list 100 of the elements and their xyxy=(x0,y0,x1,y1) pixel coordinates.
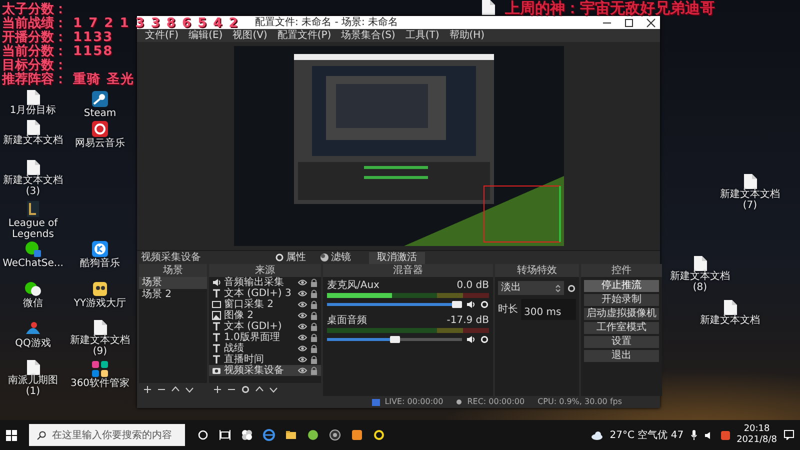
document-icon[interactable] xyxy=(724,300,736,315)
move-down-icon[interactable] xyxy=(185,385,194,394)
slider-thumb[interactable] xyxy=(390,336,400,343)
eye-icon[interactable] xyxy=(298,322,307,331)
icon-label: 微信 xyxy=(22,298,44,309)
letter-t-icon xyxy=(212,333,221,342)
live-indicator-icon xyxy=(372,398,380,406)
lock-icon[interactable] xyxy=(310,344,318,353)
duration-field[interactable]: 300 ms xyxy=(521,299,576,320)
ball-app-icon[interactable] xyxy=(307,429,319,441)
letter-k-icon[interactable] xyxy=(91,240,109,258)
round-app-icon[interactable] xyxy=(329,429,341,441)
golden-emblem-icon[interactable] xyxy=(24,200,42,218)
scene-item[interactable]: 场景 xyxy=(139,277,207,289)
square-app-icon[interactable] xyxy=(351,429,363,441)
circle-icon[interactable] xyxy=(197,429,209,441)
document-icon[interactable] xyxy=(482,0,494,15)
document-icon[interactable] xyxy=(26,120,40,135)
toolbar-button[interactable]: 滤镜 xyxy=(316,252,355,264)
control-button[interactable]: 设置 xyxy=(584,336,659,348)
window-title: 配置文件: 未命名 - 场景: 未命名 xyxy=(255,16,398,29)
control-button[interactable]: 退出 xyxy=(584,350,659,362)
menu-item[interactable]: 编辑(E) xyxy=(188,29,223,42)
menu-item[interactable]: 文件(F) xyxy=(145,29,179,42)
document-icon[interactable] xyxy=(694,256,706,271)
control-button[interactable]: 启动虚拟摄像机 xyxy=(584,308,659,320)
volume-slider[interactable] xyxy=(327,338,462,341)
close-icon[interactable] xyxy=(646,18,656,28)
source-row[interactable]: 音频输出采集 xyxy=(209,277,321,288)
source-row[interactable]: 窗口采集 2 xyxy=(209,299,321,310)
toolbar-button[interactable]: 属性 xyxy=(271,252,310,264)
music-app-icon[interactable] xyxy=(91,120,109,138)
scene-item[interactable]: 场景 2 xyxy=(139,289,207,301)
microphone-icon[interactable] xyxy=(690,430,697,440)
record-dot-icon xyxy=(456,399,462,405)
input-method-icon[interactable] xyxy=(720,430,730,440)
control-button[interactable]: 停止推流 xyxy=(584,280,659,292)
folder-icon[interactable] xyxy=(285,429,297,441)
lock-icon[interactable] xyxy=(310,278,318,287)
filter-icon xyxy=(320,253,329,262)
lock-icon[interactable] xyxy=(310,289,318,298)
toolbar-button[interactable]: 取消激活 xyxy=(369,252,425,264)
letter-t-icon xyxy=(212,344,221,353)
notification-icon[interactable] xyxy=(784,430,794,440)
menu-item[interactable]: 配置文件(P) xyxy=(277,29,332,42)
menu-item[interactable]: 视图(V) xyxy=(232,29,268,42)
source-row[interactable]: 直播时间 xyxy=(209,354,321,365)
lock-icon[interactable] xyxy=(310,333,318,342)
overlay-value: 重骑 圣光 xyxy=(73,73,135,87)
maximize-icon[interactable] xyxy=(624,18,634,28)
source-row[interactable]: 文本 (GDI+) 3 xyxy=(209,288,321,299)
menu-item[interactable]: 场景集合(S) xyxy=(341,29,396,42)
ring-icon[interactable] xyxy=(373,429,385,441)
eye-icon[interactable] xyxy=(298,311,307,320)
speaker-icon[interactable] xyxy=(466,335,476,344)
control-button[interactable]: 开始录制 xyxy=(584,294,659,306)
source-row[interactable]: 文本 (GDI+) xyxy=(209,321,321,332)
source-row[interactable]: 1.0版界面理 xyxy=(209,332,321,343)
clock[interactable]: 20:18 2021/8/8 xyxy=(736,424,777,446)
eye-icon[interactable] xyxy=(298,300,307,309)
move-up-icon[interactable] xyxy=(171,385,180,394)
menu-item[interactable]: 帮助(H) xyxy=(449,29,485,42)
lock-icon[interactable] xyxy=(310,355,318,364)
dock-title: 控件 xyxy=(612,264,632,277)
document-icon[interactable] xyxy=(26,160,40,175)
source-row[interactable]: 图像 2 xyxy=(209,310,321,321)
eye-icon[interactable] xyxy=(298,333,307,342)
eye-icon[interactable] xyxy=(298,344,307,353)
icon-label: 新建文本文档 xyxy=(2,135,64,146)
source-row[interactable]: 战绩 xyxy=(209,343,321,354)
task-view-icon[interactable] xyxy=(219,429,231,441)
colored-squares-icon[interactable] xyxy=(91,360,109,378)
weather-text[interactable]: 27°C 空气优 47 xyxy=(610,428,684,442)
source-row[interactable]: 视频采集设备 xyxy=(209,365,321,376)
windows-logo-icon[interactable] xyxy=(6,430,17,440)
icon-label: 1月份目标 xyxy=(8,105,58,116)
eye-icon[interactable] xyxy=(298,355,307,364)
move-down-icon[interactable] xyxy=(269,385,278,394)
lock-icon[interactable] xyxy=(310,300,318,309)
add-icon[interactable] xyxy=(213,385,222,394)
slider-thumb[interactable] xyxy=(452,301,462,308)
document-icon[interactable] xyxy=(26,360,40,375)
control-button[interactable]: 工作室模式 xyxy=(584,322,659,334)
eye-icon[interactable] xyxy=(298,366,307,375)
add-icon[interactable] xyxy=(143,385,152,394)
lock-icon[interactable] xyxy=(310,366,318,375)
eye-icon[interactable] xyxy=(298,278,307,287)
eye-icon[interactable] xyxy=(298,289,307,298)
document-icon[interactable] xyxy=(94,320,106,335)
lock-icon[interactable] xyxy=(310,311,318,320)
lock-icon[interactable] xyxy=(310,322,318,331)
move-up-icon[interactable] xyxy=(255,385,264,394)
settings-icon[interactable] xyxy=(241,385,250,394)
speaker-icon[interactable] xyxy=(466,300,476,309)
transition-dropdown[interactable]: 淡出 xyxy=(498,281,564,295)
gear-icon[interactable] xyxy=(567,284,576,292)
menu-item[interactable]: 工具(T) xyxy=(405,29,440,42)
cloud-icon[interactable] xyxy=(590,430,603,440)
document-icon[interactable] xyxy=(26,90,40,105)
document-icon[interactable] xyxy=(744,174,756,189)
